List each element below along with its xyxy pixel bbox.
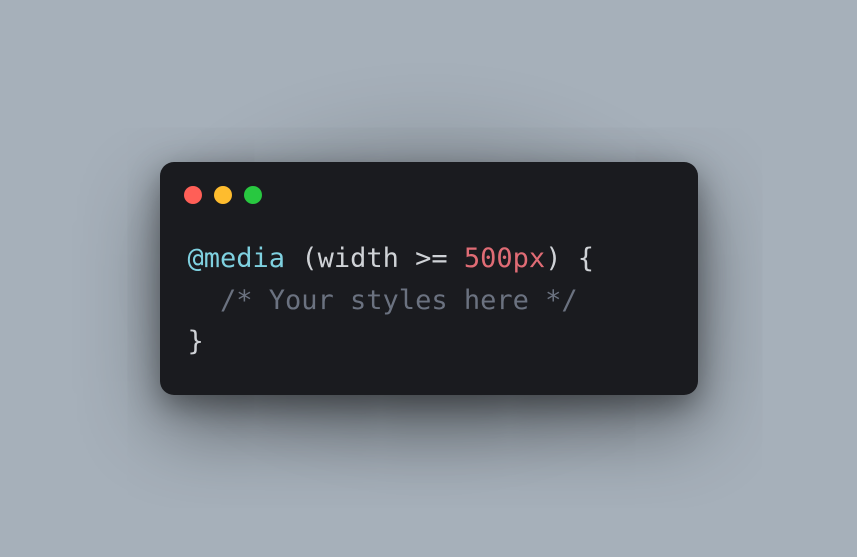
- token-rparen: ): [545, 243, 561, 274]
- minimize-icon[interactable]: [214, 186, 232, 204]
- token-comment: /* Your styles here */: [220, 285, 578, 316]
- token-space: [285, 243, 301, 274]
- token-lparen: (: [301, 243, 317, 274]
- token-rbrace: }: [188, 326, 204, 357]
- code-line-2: /* Your styles here */: [188, 280, 670, 322]
- close-icon[interactable]: [184, 186, 202, 204]
- token-operator: >=: [415, 243, 448, 274]
- token-lbrace: {: [578, 243, 594, 274]
- token-space: [399, 243, 415, 274]
- traffic-lights: [160, 182, 698, 204]
- token-space: [561, 243, 577, 274]
- token-number: 500px: [464, 243, 545, 274]
- token-space: [448, 243, 464, 274]
- code-window: @media (width >= 500px) {/* Your styles …: [160, 162, 698, 396]
- token-ident: width: [318, 243, 399, 274]
- code-line-1: @media (width >= 500px) {: [188, 238, 670, 280]
- code-line-3: }: [188, 321, 670, 363]
- token-keyword: @media: [188, 243, 286, 274]
- zoom-icon[interactable]: [244, 186, 262, 204]
- code-block: @media (width >= 500px) {/* Your styles …: [160, 204, 698, 372]
